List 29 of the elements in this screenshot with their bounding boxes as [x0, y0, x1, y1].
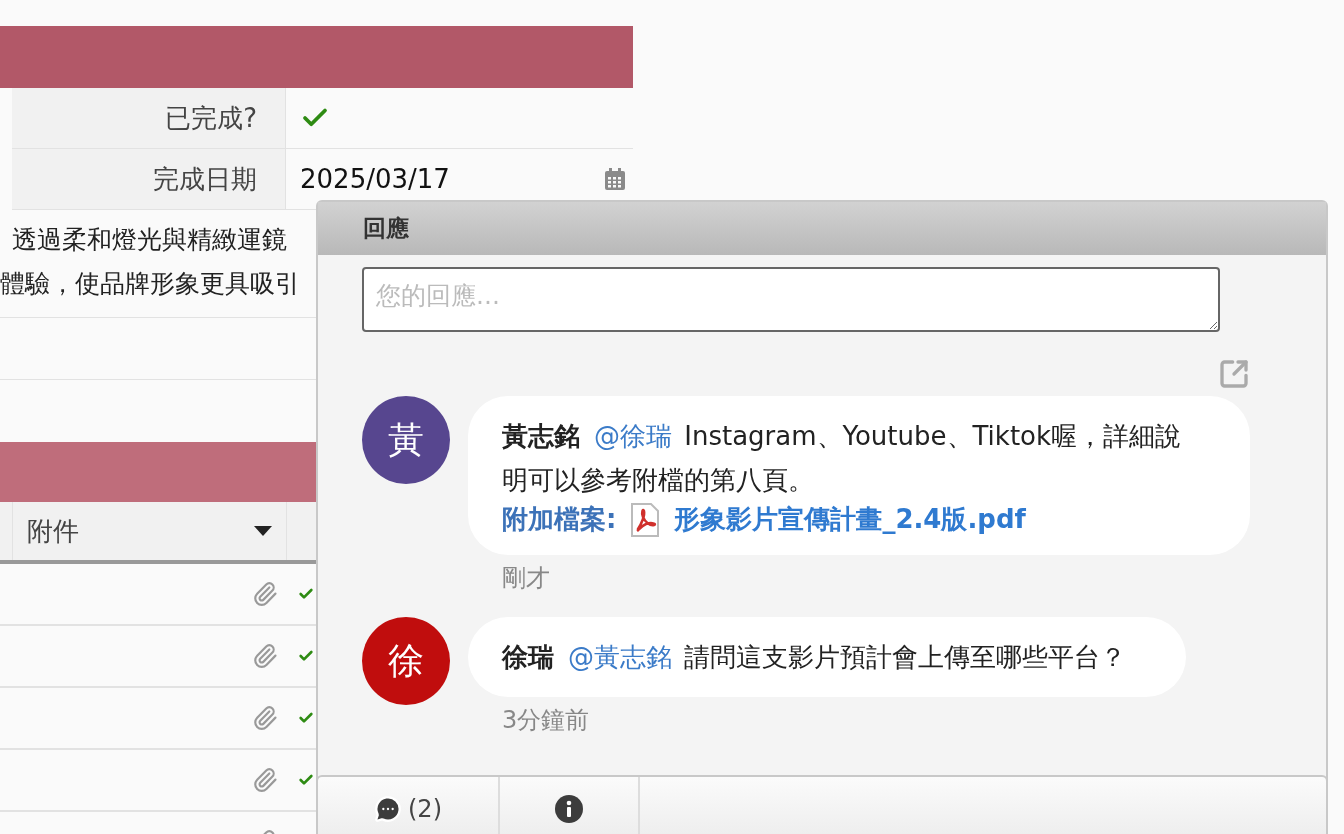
avatar: 徐 — [362, 617, 450, 705]
comment-time: 剛才 — [502, 563, 550, 594]
field-label: 已完成? — [12, 88, 286, 148]
column-header[interactable]: 附件 — [12, 502, 286, 560]
info-icon — [555, 795, 583, 823]
description-text: 透過柔和燈光與精緻運鏡 — [11, 224, 287, 256]
mention-link[interactable]: @徐瑞 — [594, 421, 672, 451]
attachment-link[interactable]: 形象影片宣傳計畫_2.4版.pdf — [674, 502, 1026, 537]
mention-link[interactable]: @黃志銘 — [568, 642, 672, 672]
panel-title: 回應 — [318, 202, 1326, 255]
comment-text: 黃志銘 @徐瑞 Instagram、Youtube、Tiktok喔，詳細說明可以參考附檔的第八頁。 — [502, 420, 1183, 497]
caret-icon[interactable] — [254, 526, 272, 536]
paperclip-icon[interactable] — [252, 767, 278, 793]
chat-icon — [374, 795, 402, 823]
attachment-label: 附加檔案: — [502, 503, 617, 536]
description-text: 體驗，使品牌形象更具吸引 — [0, 268, 300, 300]
paperclip-icon[interactable] — [252, 705, 278, 731]
date-value: 2025/03/17 — [300, 164, 450, 194]
paperclip-icon[interactable] — [252, 581, 278, 607]
avatar: 黃 — [362, 396, 450, 484]
comments-tab[interactable]: (2) — [318, 777, 500, 834]
paperclip-icon[interactable] — [252, 643, 278, 669]
field-label: 完成日期 — [12, 149, 286, 209]
external-link-icon[interactable] — [1218, 358, 1250, 390]
pdf-icon — [630, 502, 661, 537]
comment-time: 3分鐘前 — [502, 705, 590, 736]
calendar-icon — [605, 168, 625, 190]
reply-field[interactable]: 您的回應... — [362, 267, 1220, 332]
comment-text: 徐瑞 @黃志銘 請問這支影片預計會上傳至哪些平台？ — [502, 641, 1127, 674]
